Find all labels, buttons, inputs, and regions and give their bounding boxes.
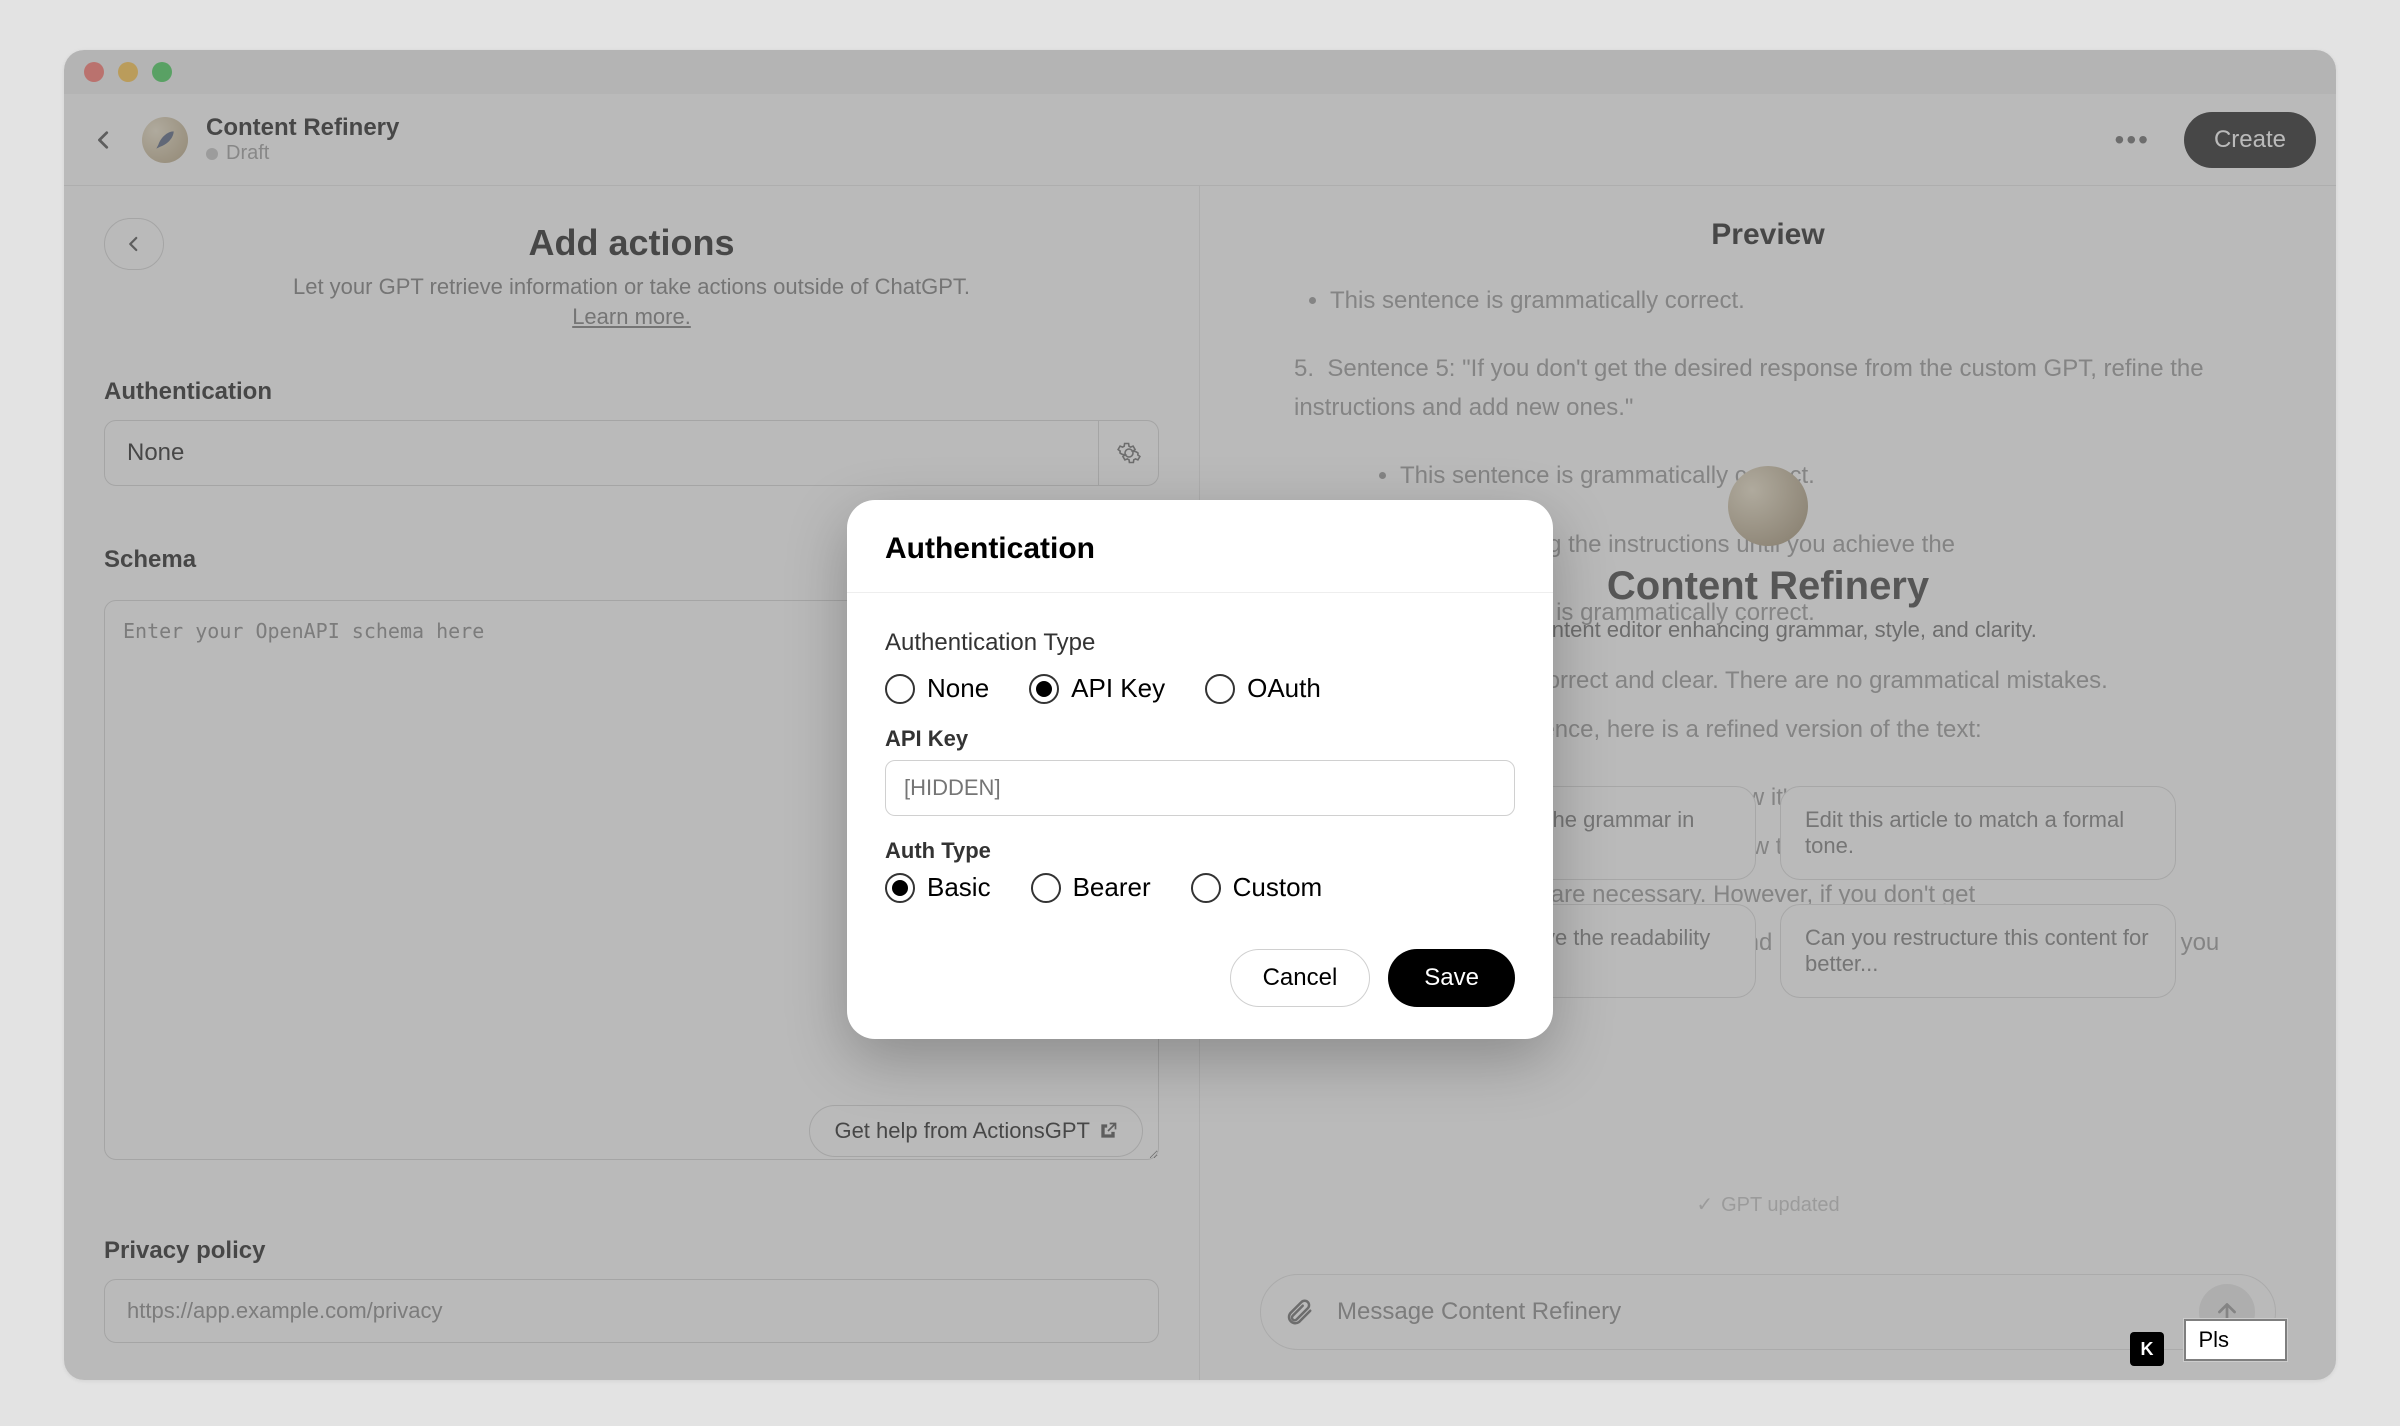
radio-basic[interactable]: Basic xyxy=(885,872,991,903)
modal-body: Authentication Type None API Key OAuth A… xyxy=(847,593,1553,923)
app-window: Content Refinery Draft ••• Create Add ac… xyxy=(64,50,2336,1380)
auth-type-label: Authentication Type xyxy=(885,629,1515,657)
pls-tooltip: Pls xyxy=(2183,1318,2288,1362)
radio-oauth[interactable]: OAuth xyxy=(1205,673,1321,704)
radio-label: Bearer xyxy=(1073,872,1151,903)
auth-subtype-label: Auth Type xyxy=(885,838,1515,864)
radio-api-key[interactable]: API Key xyxy=(1029,673,1165,704)
radio-none[interactable]: None xyxy=(885,673,989,704)
k-badge: K xyxy=(2130,1332,2164,1366)
api-key-input[interactable] xyxy=(885,760,1515,816)
modal-title: Authentication xyxy=(847,500,1553,593)
save-button[interactable]: Save xyxy=(1388,949,1515,1007)
radio-bearer[interactable]: Bearer xyxy=(1031,872,1151,903)
api-key-label: API Key xyxy=(885,726,1515,752)
auth-type-radio-group: None API Key OAuth xyxy=(885,673,1515,704)
radio-label: OAuth xyxy=(1247,673,1321,704)
radio-label: API Key xyxy=(1071,673,1165,704)
auth-subtype-radio-group: Basic Bearer Custom xyxy=(885,872,1515,903)
radio-custom[interactable]: Custom xyxy=(1191,872,1323,903)
modal-footer: Cancel Save xyxy=(847,923,1553,1039)
authentication-modal: Authentication Authentication Type None … xyxy=(847,500,1553,1039)
radio-label: Custom xyxy=(1233,872,1323,903)
cancel-button[interactable]: Cancel xyxy=(1230,949,1371,1007)
radio-label: Basic xyxy=(927,872,991,903)
radio-label: None xyxy=(927,673,989,704)
